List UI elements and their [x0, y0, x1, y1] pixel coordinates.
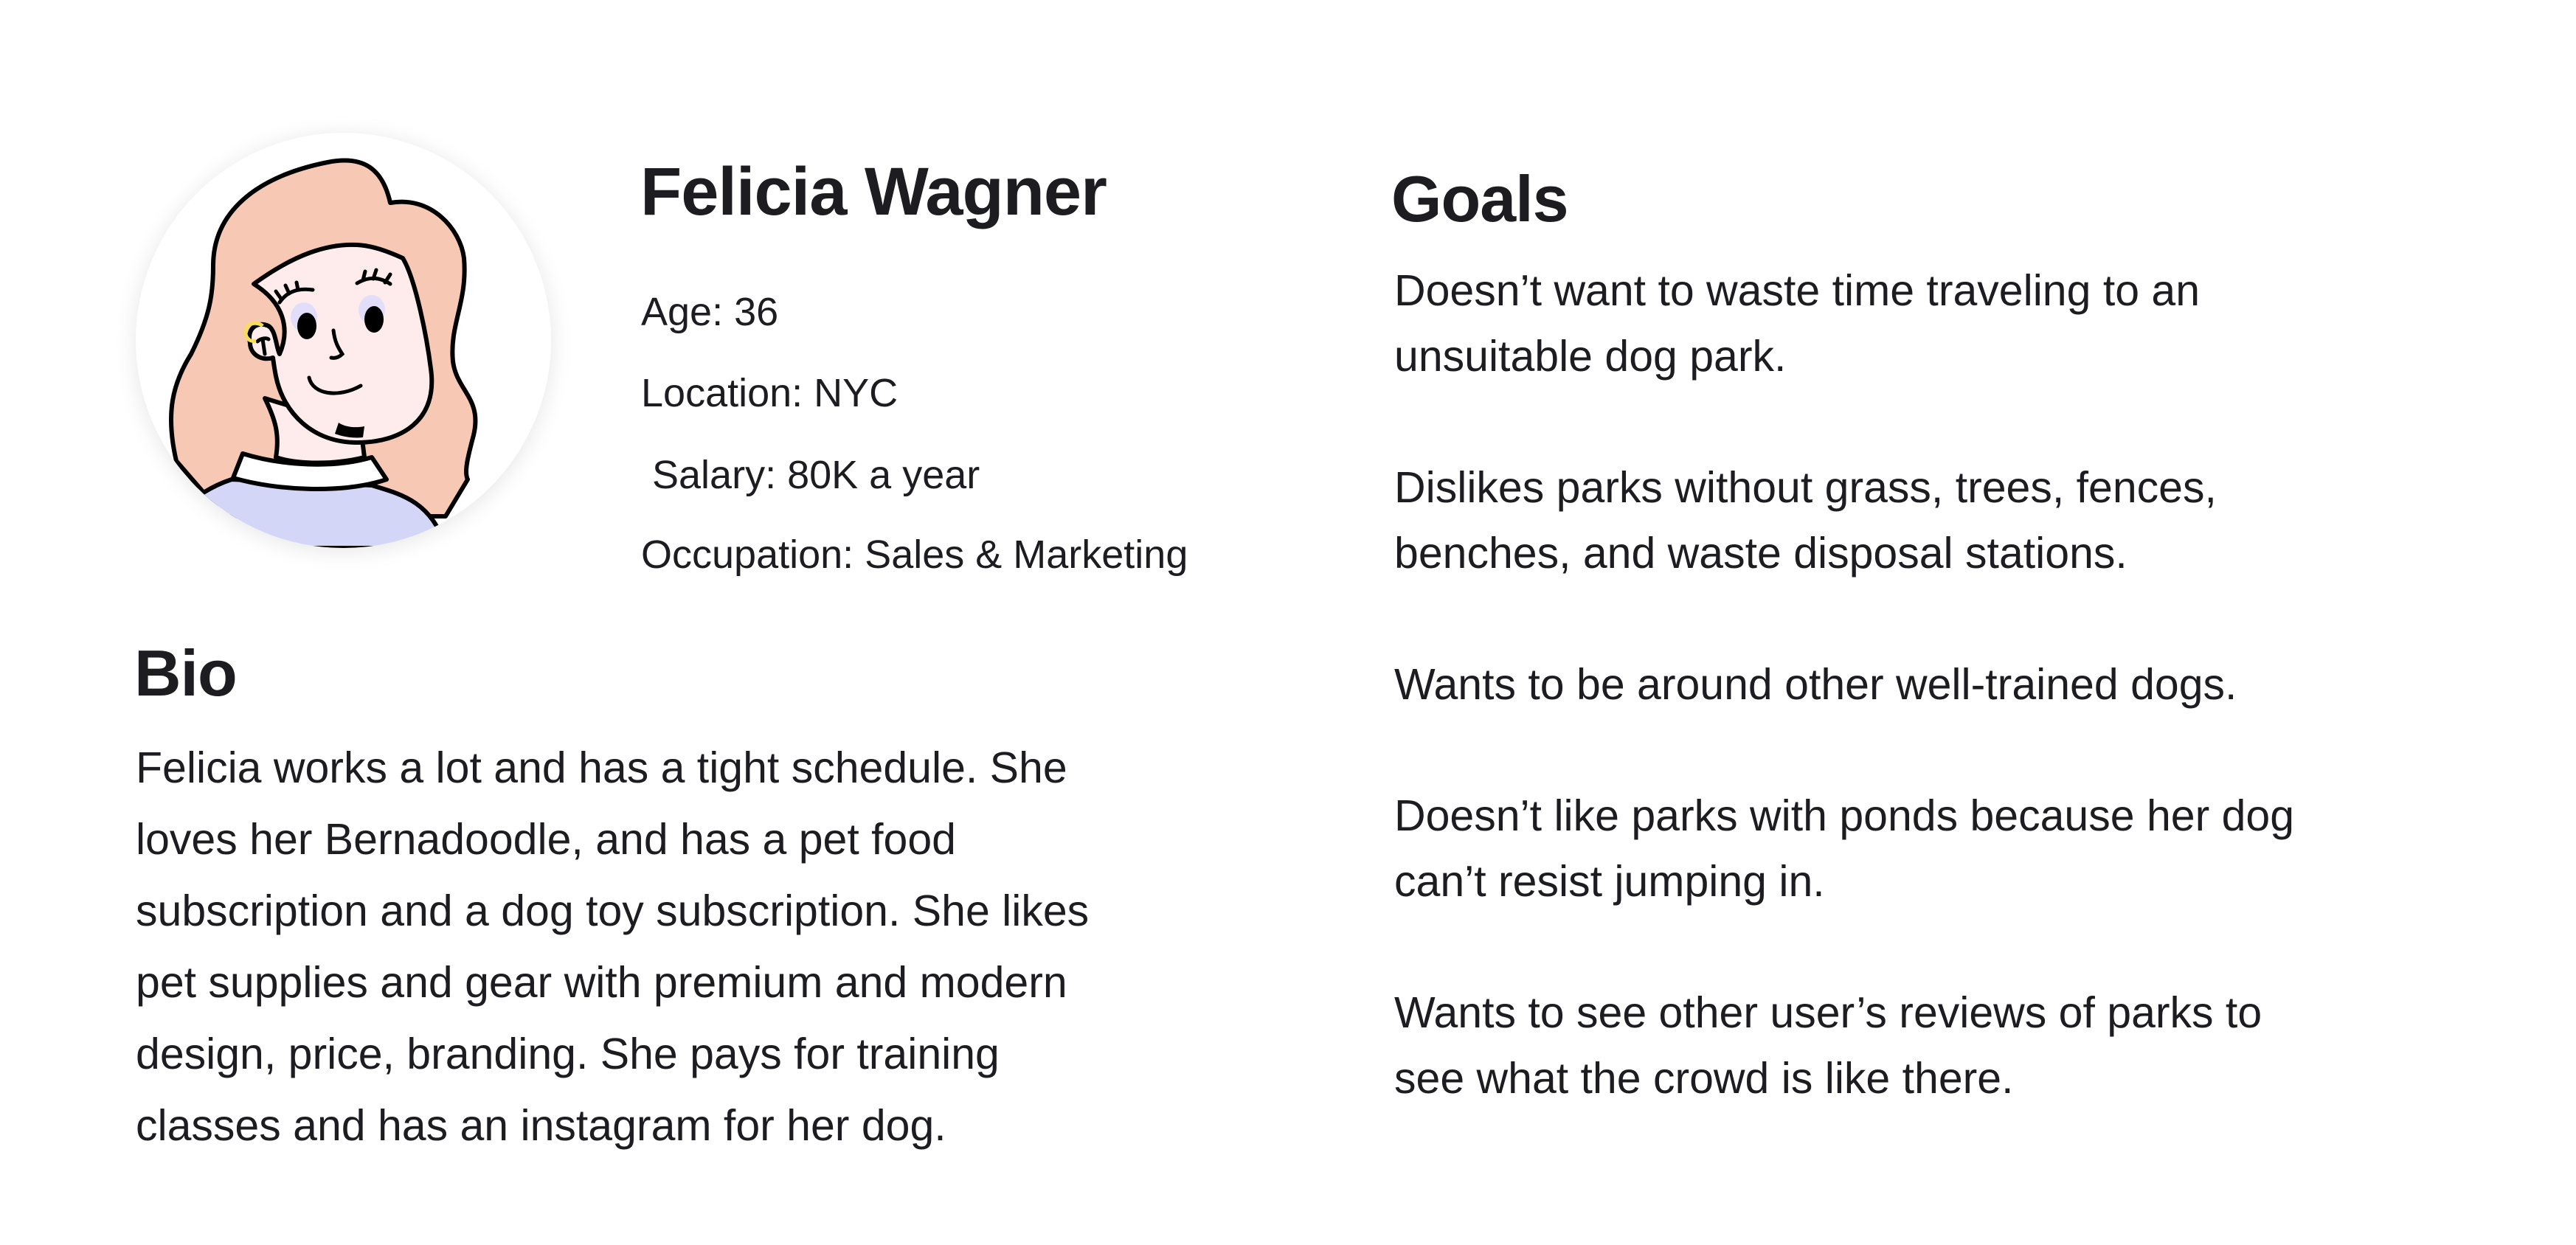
persona-age: Age: 36 [641, 290, 779, 334]
goals-heading: Goals [1391, 162, 1569, 235]
goal-line: Wants to be around other well-trained do… [1394, 660, 2237, 709]
goal-item: Wants to be around other well-trained do… [1394, 652, 2294, 718]
bio-text: Felicia works a lot and has a tight sche… [136, 732, 1089, 1162]
bio-line: classes and has an instagram for her dog… [136, 1101, 946, 1150]
goal-line: benches, and waste disposal stations. [1394, 529, 2127, 578]
bio-line: loves her Bernadoodle, and has a pet foo… [136, 815, 956, 864]
bio-line: design, price, branding. She pays for tr… [136, 1030, 1000, 1078]
goal-item: Doesn’t like parks with ponds because he… [1394, 783, 2294, 915]
persona-salary: Salary: 80K a year [641, 453, 980, 497]
persona-avatar [136, 133, 551, 548]
goal-line: see what the crowd is like there. [1394, 1054, 2014, 1103]
goal-line: can’t resist jumping in. [1394, 857, 1825, 906]
goal-line: Doesn’t like parks with ponds because he… [1394, 791, 2295, 840]
persona-location: Location: NYC [641, 371, 899, 415]
bio-line: Felicia works a lot and has a tight sche… [136, 743, 1067, 792]
goal-line: unsuitable dog park. [1394, 332, 1787, 381]
goal-item: Dislikes parks without grass, trees, fen… [1394, 455, 2294, 586]
bio-line: subscription and a dog toy subscription.… [136, 887, 1090, 935]
bio-heading: Bio [134, 637, 238, 710]
goal-line: Dislikes parks without grass, trees, fen… [1394, 463, 2217, 512]
woman-illustration-icon [168, 158, 478, 548]
goal-line: Doesn’t want to waste time traveling to … [1394, 266, 2201, 315]
bio-line: pet supplies and gear with premium and m… [136, 958, 1067, 1007]
goal-item: Wants to see other user’s reviews of par… [1394, 980, 2294, 1112]
goals-list: Doesn’t want to waste time traveling to … [1394, 258, 2294, 1177]
persona-occupation: Occupation: Sales & Marketing [641, 533, 1188, 577]
goal-line: Wants to see other user’s reviews of par… [1394, 988, 2262, 1037]
goal-item: Doesn’t want to waste time traveling to … [1394, 258, 2294, 389]
persona-name: Felicia Wagner [640, 154, 1107, 229]
